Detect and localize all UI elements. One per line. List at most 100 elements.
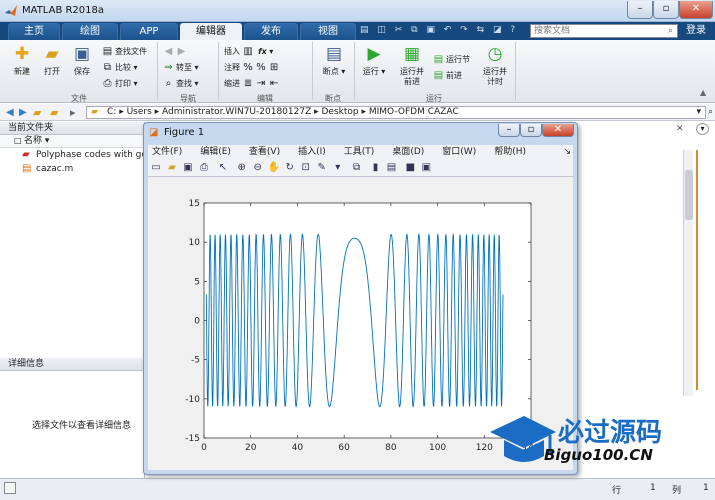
scrollbar-thumb[interactable] bbox=[685, 170, 693, 220]
forward-arrow-icon[interactable]: ▶ bbox=[19, 107, 27, 118]
rotate-3d-icon[interactable]: ↻ bbox=[283, 161, 297, 175]
run-and-time-button[interactable]: ◷ 运行并 计时 bbox=[476, 44, 514, 87]
brush-dropdown-icon[interactable]: ▾ bbox=[331, 161, 345, 175]
zoom-in-icon[interactable]: ⊕ bbox=[235, 161, 249, 175]
advance-button[interactable]: ▤ 前进 bbox=[433, 69, 462, 82]
menu-file[interactable]: 文件(F) bbox=[152, 147, 182, 157]
maximize-button[interactable]: ▫ bbox=[653, 1, 679, 19]
back-arrow-icon[interactable]: ◀ bbox=[6, 107, 14, 118]
up-folder-icon[interactable]: ▰ bbox=[33, 106, 41, 119]
quick-access-icons[interactable]: ▤ ◫ ✂ ⧉ ▣ ↶ ↷ ⇆ ◪ ? bbox=[360, 25, 520, 37]
folder-toolbar-icon[interactable]: ▸ bbox=[70, 106, 76, 119]
figure-close-button[interactable]: ✕ bbox=[542, 124, 574, 137]
goto-icon: ⇒ bbox=[164, 62, 173, 73]
tab-home[interactable]: 主页 bbox=[8, 23, 60, 40]
insert-button[interactable]: 插入 ▥ fx ▾ bbox=[224, 45, 273, 58]
increase-indent-icon: ⇥ bbox=[256, 78, 266, 89]
save-button[interactable]: ▣ 保存 bbox=[64, 44, 100, 77]
comment-button[interactable]: 注释 %% ⊞ bbox=[224, 61, 282, 74]
list-item[interactable]: ▰ Polyphase codes with go bbox=[0, 148, 144, 162]
back-forward-buttons[interactable]: ◀ ▶ bbox=[163, 45, 189, 58]
path-segment-drive[interactable]: C: bbox=[107, 107, 116, 117]
path-dropdown-icon[interactable]: ▾ bbox=[696, 107, 701, 118]
select-arrow-icon[interactable]: ↖ bbox=[216, 161, 230, 175]
browse-folder-icon[interactable]: ▰ bbox=[50, 106, 58, 119]
search-icon[interactable]: ⌕ bbox=[668, 26, 673, 36]
folder-column-header[interactable]: □ 名称 ▾ bbox=[0, 135, 144, 148]
watermark-en-text: Biguo100.CN bbox=[544, 446, 653, 464]
collapse-ribbon-icon[interactable]: ▲ bbox=[700, 88, 706, 97]
figure-minimize-button[interactable]: – bbox=[498, 124, 520, 137]
print-label: 打印 bbox=[115, 79, 131, 88]
menu-insert[interactable]: 插入(I) bbox=[298, 147, 326, 157]
x-tick-label: 60 bbox=[338, 443, 350, 453]
row-label: 行 bbox=[612, 486, 622, 496]
path-segment-users[interactable]: Users bbox=[127, 107, 152, 117]
hide-plot-tools-icon[interactable]: ■ bbox=[403, 161, 417, 175]
close-button[interactable]: ✕ bbox=[679, 1, 713, 19]
legend-icon[interactable]: ▤ bbox=[385, 161, 399, 175]
tab-apps[interactable]: APP bbox=[120, 23, 178, 40]
matlab-logo-icon bbox=[5, 5, 17, 16]
edit-group-label: 编辑 bbox=[257, 94, 273, 103]
tab-editor[interactable]: 编辑器 bbox=[180, 23, 242, 40]
new-figure-icon[interactable]: ▭ bbox=[149, 161, 163, 175]
menu-desktop[interactable]: 桌面(D) bbox=[392, 147, 424, 157]
pan-hand-icon[interactable]: ✋ bbox=[267, 161, 281, 175]
current-path-field[interactable]: ▰ C: ▸ Users ▸ Administrator.WIN7U-20180… bbox=[86, 106, 706, 119]
editor-scrollbar[interactable] bbox=[683, 150, 693, 396]
menu-view[interactable]: 查看(V) bbox=[249, 147, 280, 157]
goto-button[interactable]: ⇒ 转至 ▾ bbox=[163, 61, 198, 74]
indent-button[interactable]: 缩进 ≣ ⇥ ⇤ bbox=[224, 77, 282, 90]
goto-label: 转至 bbox=[176, 63, 192, 72]
zoom-out-icon[interactable]: ⊖ bbox=[251, 161, 265, 175]
x-tick-label: 80 bbox=[385, 443, 397, 453]
menu-edit[interactable]: 编辑(E) bbox=[200, 147, 231, 157]
panel-close-icon[interactable]: ✕ bbox=[676, 124, 684, 134]
show-plot-tools-icon[interactable]: ▣ bbox=[419, 161, 433, 175]
run-section-icon: ▤ bbox=[433, 54, 444, 65]
indent-label: 缩进 bbox=[224, 79, 240, 88]
figure-maximize-button[interactable]: ▫ bbox=[520, 124, 542, 137]
tab-plots[interactable]: 绘图 bbox=[62, 23, 118, 40]
print-figure-icon[interactable]: ⎙ bbox=[197, 161, 211, 175]
data-cursor-icon[interactable]: ⊡ bbox=[299, 161, 313, 175]
link-plot-icon[interactable]: ⧉ bbox=[350, 161, 364, 175]
brush-icon[interactable]: ✎ bbox=[315, 161, 329, 175]
x-tick-label: 20 bbox=[245, 443, 257, 453]
compare-button[interactable]: ⧉ 比较 ▾ bbox=[102, 61, 138, 74]
search-path-icon[interactable]: ⌕ bbox=[708, 107, 713, 117]
tab-publish[interactable]: 发布 bbox=[244, 23, 298, 40]
search-documentation-input[interactable]: 搜索文档 bbox=[530, 24, 678, 38]
path-segment-user[interactable]: Administrator.WIN7U-20180127Z bbox=[162, 107, 311, 117]
open-label: 打开 bbox=[44, 67, 60, 76]
minimize-button[interactable]: – bbox=[627, 1, 653, 19]
save-figure-icon[interactable]: ▣ bbox=[181, 161, 195, 175]
menu-help[interactable]: 帮助(H) bbox=[494, 147, 526, 157]
run-button[interactable]: ▶ 运行 ▾ bbox=[356, 44, 392, 77]
name-column-header[interactable]: 名称 bbox=[24, 136, 42, 146]
open-file-icon[interactable]: ▰ bbox=[165, 161, 179, 175]
tab-view[interactable]: 视图 bbox=[300, 23, 356, 40]
menu-dock-icon[interactable]: ↘ bbox=[563, 145, 571, 159]
breakpoints-button[interactable]: ▤ 断点 ▾ bbox=[316, 44, 352, 77]
find-files-button[interactable]: ▤ 查找文件 bbox=[102, 45, 147, 58]
status-toggle-icon[interactable] bbox=[4, 482, 16, 494]
x-tick-label: 0 bbox=[201, 443, 207, 453]
list-item[interactable]: ▤ cazac.m bbox=[0, 162, 144, 176]
menu-tools[interactable]: 工具(T) bbox=[344, 147, 375, 157]
panel-options-icon[interactable]: ▾ bbox=[696, 123, 709, 135]
path-segment-project[interactable]: MIMO-OFDM CAZAC bbox=[369, 107, 459, 117]
login-button[interactable]: 登录 bbox=[680, 24, 712, 38]
nav-group-label: 导航 bbox=[180, 94, 196, 103]
fx-button[interactable]: fx bbox=[258, 47, 267, 56]
save-label: 保存 bbox=[74, 67, 90, 76]
run-and-advance-button[interactable]: ▦ 运行并 前进 bbox=[393, 44, 431, 87]
print-button[interactable]: ⎙ 打印 ▾ bbox=[102, 77, 138, 90]
colorbar-icon[interactable]: ▮ bbox=[369, 161, 383, 175]
path-segment-desktop[interactable]: Desktop bbox=[322, 107, 359, 117]
menu-window[interactable]: 窗口(W) bbox=[442, 147, 476, 157]
find-button[interactable]: ⌕ 查找 ▾ bbox=[163, 77, 199, 90]
editor-ribbon: ✚ 新建 ▰ 打开 ▣ 保存 ▤ 查找文件 ⧉ 比较 ▾ ⎙ 打印 ▾ 文件 ◀ ▶ ⇒… bbox=[0, 40, 715, 103]
run-section-button[interactable]: ▤ 运行节 bbox=[433, 53, 470, 66]
